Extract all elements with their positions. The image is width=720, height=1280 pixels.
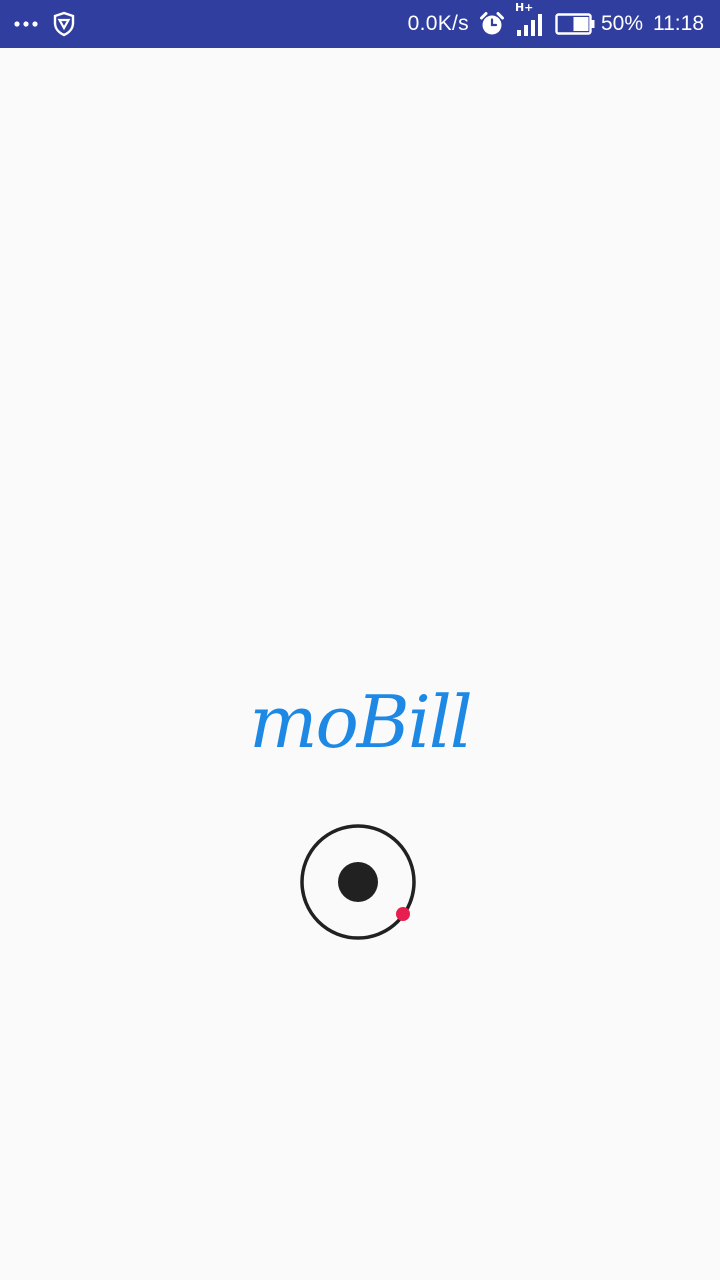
more-icon <box>14 20 38 28</box>
status-bar-right: 0.0K/s H+ 50% 11:18 <box>408 0 704 48</box>
battery: 50% <box>555 12 643 36</box>
network-type: H+ <box>514 1 534 14</box>
status-bar-left <box>14 0 76 48</box>
signal-icon: H+ <box>515 1 545 37</box>
battery-icon <box>555 13 595 35</box>
status-bar: 0.0K/s H+ 50% 11:18 <box>0 0 720 48</box>
vpn-shield-icon <box>52 11 76 37</box>
loader-orbit-dot <box>396 907 410 921</box>
loader-core <box>338 862 378 902</box>
clock-time: 11:18 <box>653 12 704 35</box>
app-logo: moBill <box>249 680 473 764</box>
battery-percent: 50% <box>600 12 643 35</box>
loading-indicator <box>298 822 418 942</box>
splash-screen: moBill <box>0 48 720 1280</box>
alarm-icon <box>479 11 505 37</box>
network-speed: 0.0K/s <box>407 12 469 35</box>
